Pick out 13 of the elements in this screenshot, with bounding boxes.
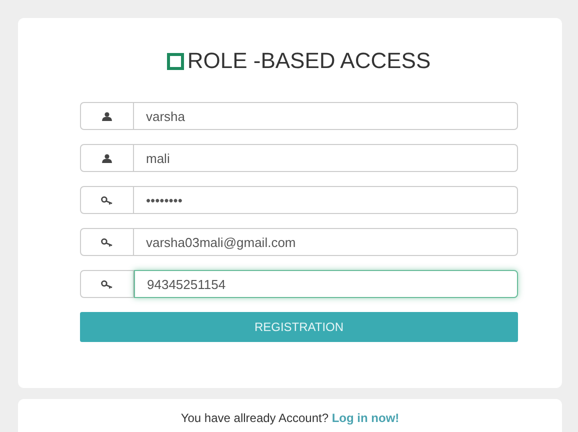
login-prompt: You have allready Account? Log in now!: [180, 411, 400, 426]
form-title: ROLE -BASED ACCESS: [187, 48, 431, 74]
key-icon: [101, 280, 113, 289]
text-field[interactable]: 94345251154: [134, 270, 518, 298]
user-icon: [102, 112, 112, 121]
text-field[interactable]: varsha: [134, 102, 518, 130]
square-icon: [167, 52, 184, 70]
key-icon: [101, 238, 113, 247]
text-field[interactable]: ••••••••: [134, 186, 518, 214]
text-field[interactable]: mali: [134, 144, 518, 172]
key-icon: [101, 196, 113, 205]
user-icon: [102, 154, 112, 163]
text-field[interactable]: varsha03mali@gmail.com: [134, 228, 518, 256]
